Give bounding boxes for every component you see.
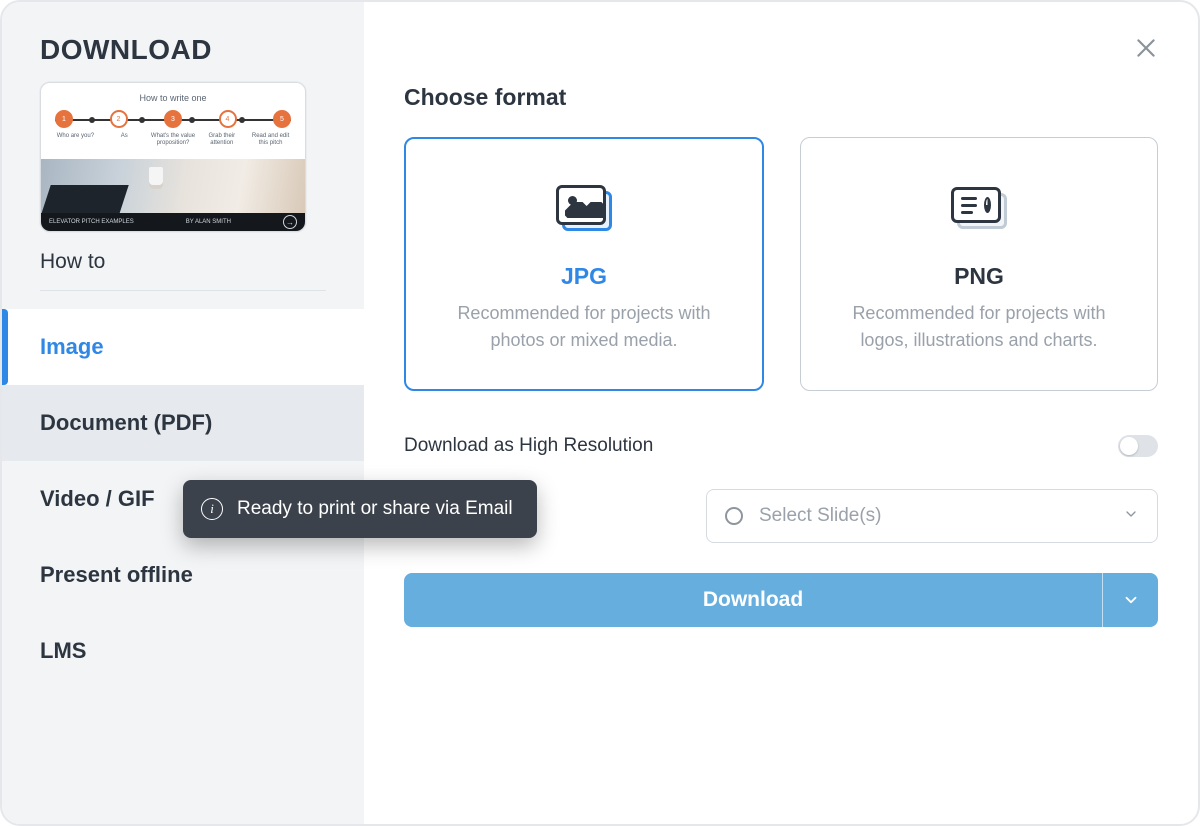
close-icon [1133, 35, 1159, 61]
format-card-jpg[interactable]: JPG Recommended for projects with photos… [404, 137, 764, 391]
high-resolution-toggle[interactable] [1118, 435, 1158, 457]
sidebar-item-label: Image [40, 334, 104, 360]
project-name: How to [2, 238, 364, 290]
download-button-group: Download [404, 573, 1158, 627]
thumb-footer-left: ELEVATOR PITCH EXAMPLES [49, 219, 134, 225]
document-chart-icon [951, 187, 1007, 229]
sidebar-divider [40, 290, 326, 291]
format-name: JPG [561, 263, 607, 290]
thumb-footer-right: BY ALAN SMITH [186, 219, 231, 225]
chevron-down-icon [1123, 506, 1139, 527]
format-desc: Recommended for projects with photos or … [434, 300, 734, 352]
format-card-png[interactable]: PNG Recommended for projects with logos,… [800, 137, 1158, 391]
sidebar-item-image[interactable]: Image [2, 309, 364, 385]
sidebar-item-document-pdf[interactable]: Document (PDF) [2, 385, 364, 461]
choose-format-heading: Choose format [404, 84, 1158, 111]
download-modal: DOWNLOAD How to write one 1 2 3 4 5 [0, 0, 1200, 826]
thumb-heading: How to write one [41, 93, 305, 103]
high-resolution-label: Download as High Resolution [404, 435, 653, 457]
radio-unchecked-icon [725, 507, 743, 525]
close-button[interactable] [1128, 30, 1164, 66]
select-slides-placeholder: Select Slide(s) [759, 505, 1107, 527]
sidebar-item-label: Video / GIF [40, 486, 155, 512]
format-desc: Recommended for projects with logos, ill… [829, 300, 1129, 352]
thumb-step: 3 [164, 110, 182, 128]
select-slides-dropdown[interactable]: Select Slide(s) [706, 489, 1158, 543]
thumb-step: 2 [110, 110, 128, 128]
thumb-arrow-icon: → [283, 215, 297, 229]
sidebar-header: DOWNLOAD [2, 2, 364, 82]
thumb-step: 5 [273, 110, 291, 128]
thumb-step: 1 [55, 110, 73, 128]
sidebar-title: DOWNLOAD [40, 34, 326, 66]
tooltip-text: Ready to print or share via Email [237, 498, 513, 520]
format-name: PNG [954, 263, 1004, 290]
project-thumbnail-wrap: How to write one 1 2 3 4 5 Who are you? [2, 82, 364, 238]
sidebar-item-lms[interactable]: LMS [2, 613, 364, 689]
sidebar: DOWNLOAD How to write one 1 2 3 4 5 [2, 2, 364, 824]
download-button[interactable]: Download [404, 573, 1102, 627]
main-panel: Choose format JPG Recommended for projec… [364, 2, 1198, 824]
info-icon: i [201, 498, 223, 520]
thumb-step: 4 [219, 110, 237, 128]
chevron-down-icon [1122, 591, 1140, 609]
high-resolution-row: Download as High Resolution [404, 435, 1158, 457]
download-button-label: Download [703, 588, 803, 612]
sidebar-item-label: LMS [40, 638, 86, 664]
sidebar-item-label: Document (PDF) [40, 410, 212, 436]
download-options-button[interactable] [1102, 573, 1158, 627]
document-pdf-tooltip: i Ready to print or share via Email [183, 480, 537, 538]
sidebar-item-label: Present offline [40, 562, 193, 588]
image-icon [556, 185, 612, 231]
sidebar-item-present-offline[interactable]: Present offline [2, 537, 364, 613]
format-row: JPG Recommended for projects with photos… [404, 137, 1158, 391]
project-thumbnail[interactable]: How to write one 1 2 3 4 5 Who are you? [40, 82, 306, 232]
